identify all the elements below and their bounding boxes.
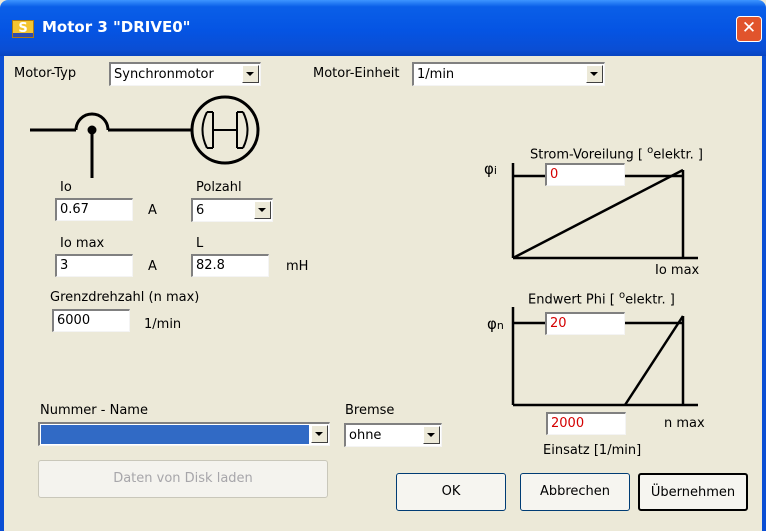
iomax-label: Io max — [60, 236, 105, 251]
phi-n-symbol: φn — [487, 315, 504, 333]
current-advance-title-prefix: Strom-Voreilung [ — [530, 147, 648, 163]
inductance-unit: mH — [286, 259, 309, 274]
chevron-down-icon[interactable] — [311, 425, 328, 443]
speed-axis-label: n max — [664, 416, 705, 431]
speed-advance-title: Endwert Phi [ oelektr. ] — [528, 290, 675, 307]
poles-select[interactable]: 6 — [191, 198, 273, 222]
poles-label: Polzahl — [196, 180, 242, 195]
ok-button[interactable]: OK — [396, 473, 506, 511]
io-field[interactable]: 0.67 — [55, 198, 133, 221]
inductance-field[interactable]: 82.8 — [191, 254, 269, 277]
phi-i-subscript: i — [493, 164, 497, 177]
number-name-select[interactable] — [38, 422, 330, 446]
load-from-disk-button[interactable]: Daten von Disk laden — [38, 460, 328, 498]
inductance-label: L — [196, 236, 204, 251]
nmax-unit: 1/min — [144, 317, 182, 332]
start-speed-label: Einsatz [1/min] — [543, 443, 642, 458]
current-advance-field[interactable]: 0 — [545, 163, 625, 186]
start-speed-field[interactable]: 2000 — [546, 412, 626, 435]
nmax-label: Grenzdrehzahl (n max) — [50, 290, 200, 305]
apply-button[interactable]: Übernehmen — [638, 473, 748, 511]
cancel-button[interactable]: Abbrechen — [520, 473, 630, 511]
selection-highlight — [41, 425, 309, 444]
poles-value: 6 — [196, 203, 205, 218]
brake-label: Bremse — [345, 403, 395, 418]
chevron-down-icon[interactable] — [254, 201, 271, 219]
current-advance-title: Strom-Voreilung [ oelektr. ] — [530, 145, 703, 162]
current-axis-label: Io max — [655, 263, 700, 278]
motor-symbol-icon — [30, 95, 260, 178]
speed-advance-title-prefix: Endwert Phi [ — [528, 292, 619, 308]
io-unit: A — [148, 203, 157, 218]
current-advance-title-suffix: elektr. ] — [653, 147, 703, 163]
brake-select[interactable]: ohne — [344, 423, 442, 447]
iomax-field[interactable]: 3 — [55, 254, 133, 277]
phi-n-subscript: n — [496, 319, 504, 332]
phi-i-glyph: φ — [484, 160, 494, 178]
iomax-unit: A — [148, 259, 157, 274]
speed-advance-field[interactable]: 20 — [545, 312, 625, 335]
io-label: Io — [60, 180, 72, 195]
phi-i-symbol: φi — [484, 160, 497, 178]
phi-n-glyph: φ — [487, 315, 497, 333]
brake-value: ohne — [349, 428, 382, 443]
number-name-label: Nummer - Name — [40, 403, 148, 418]
chevron-down-icon[interactable] — [423, 426, 440, 444]
motor-dialog: S Motor 3 "DRIVE0" ✕ Motor-Typ Synchronm… — [0, 0, 766, 531]
speed-advance-title-suffix: elektr. ] — [625, 292, 675, 308]
nmax-field[interactable]: 6000 — [52, 309, 130, 332]
